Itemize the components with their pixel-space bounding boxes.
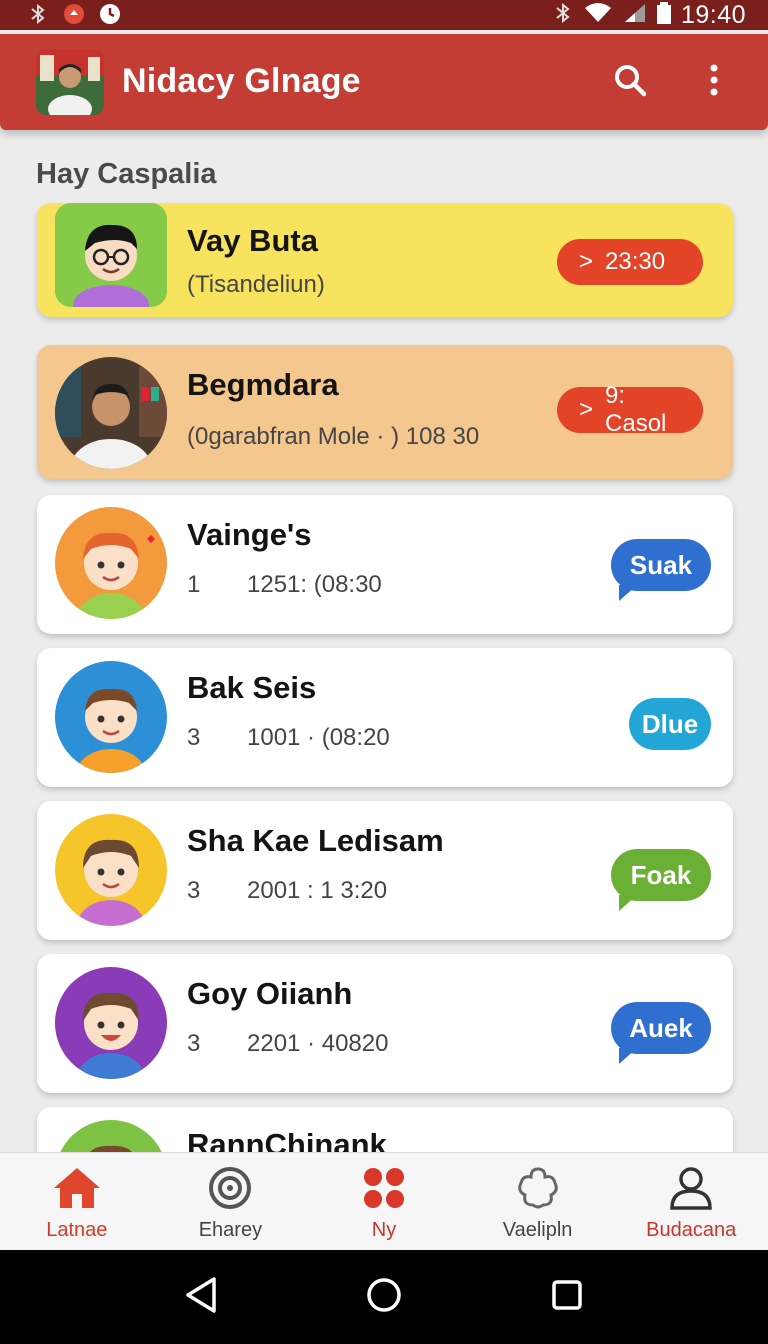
avatar [55, 814, 167, 926]
nav-label: Ny [371, 1219, 397, 1241]
nav-item-eharey[interactable]: Eharey [154, 1153, 308, 1250]
item-count: 1 [187, 571, 201, 598]
recents-button[interactable] [537, 1267, 597, 1327]
item-time: 1251: (08:30 [247, 571, 382, 598]
avatar [55, 357, 167, 469]
status-bubble[interactable]: Auek [611, 1002, 711, 1064]
avatar [55, 1120, 167, 1152]
item-count: 3 [187, 877, 201, 904]
nav-label: Eharey [198, 1219, 263, 1241]
nav-label: Latnae [46, 1219, 108, 1241]
chevron-right-icon: > [579, 248, 594, 275]
status-time: 19:40 [680, 0, 746, 29]
item-meta: 3 1001 · (08:20 [187, 724, 390, 752]
bluetooth-icon [26, 2, 50, 26]
avatar [55, 967, 167, 1079]
back-triangle-icon [184, 1276, 218, 1319]
search-button[interactable] [606, 58, 654, 106]
item-time: 2201 · 40820 [247, 1030, 389, 1057]
app-bar: Nidacy Glnage [0, 34, 768, 130]
item-title: Vainge's [187, 517, 312, 552]
badge-label: 9: Casol [605, 382, 667, 437]
status-bubble[interactable]: Dlue [629, 698, 711, 750]
back-button[interactable] [171, 1267, 231, 1327]
nav-item-latnae[interactable]: Latnae [0, 1153, 154, 1250]
bottom-navigation: Latnae Eharey Ny Vaelipln Budacana [0, 1152, 768, 1250]
item-title: Begmdara [187, 367, 339, 402]
recents-square-icon [551, 1279, 583, 1316]
item-count: 3 [187, 1030, 201, 1057]
app-title: Nidacy Glnage [122, 62, 361, 100]
nav-item-vaelipln[interactable]: Vaelipln [461, 1153, 615, 1250]
item-title: RannChinank [187, 1127, 387, 1152]
item-title: Goy Oiianh [187, 976, 353, 1011]
grid-dots-icon [358, 1165, 410, 1211]
target-icon [204, 1165, 256, 1211]
nav-item-budacana[interactable]: Budacana [614, 1153, 768, 1250]
notification-icon [62, 2, 86, 26]
time-badge[interactable]: > 9: Casol [557, 382, 703, 437]
profile-avatar[interactable] [36, 49, 104, 115]
home-icon [51, 1165, 103, 1211]
system-navigation-bar [0, 1250, 768, 1344]
avatar [55, 507, 167, 619]
item-meta: 3 2201 · 40820 [187, 1030, 388, 1058]
item-title: Vay Buta [187, 223, 318, 258]
more-vert-icon [709, 64, 719, 101]
list-item[interactable]: Vainge's 1 1251: (08:30 Suak [37, 495, 733, 634]
avatar [55, 203, 167, 307]
item-title: Bak Seis [187, 670, 317, 705]
time-badge[interactable]: > 23:30 [557, 239, 703, 285]
item-count: 3 [187, 724, 201, 751]
person-icon [665, 1165, 717, 1211]
item-time: 1001 · (08:20 [247, 724, 390, 751]
list-item[interactable]: Vay Buta (Tisandeliun) > 23:30 [37, 203, 733, 317]
search-icon [613, 63, 647, 102]
item-time: 2001 : 1 3:20 [247, 877, 388, 904]
status-bubble[interactable]: Suak [611, 539, 711, 601]
home-button[interactable] [354, 1267, 414, 1327]
flower-icon [512, 1165, 564, 1211]
chevron-right-icon: > [579, 396, 594, 423]
chat-list: Vay Buta (Tisandeliun) > 23:30 Begmdara … [0, 200, 768, 1152]
nav-item-ny[interactable]: Ny [307, 1153, 461, 1250]
badge-label: 23:30 [605, 248, 666, 275]
item-subtitle: (0garabfran Mole · ) 108 30 [187, 423, 480, 450]
section-header: Hay Caspalia [36, 158, 217, 190]
battery-icon [656, 1, 671, 29]
status-bar: 19:40 [0, 0, 768, 30]
list-item[interactable]: Bak Seis 3 1001 · (08:20 Dlue [37, 648, 733, 787]
avatar [55, 661, 167, 773]
wifi-icon [583, 2, 613, 29]
list-item[interactable]: RannChinank [37, 1107, 733, 1152]
nav-label: Vaelipln [502, 1219, 573, 1241]
item-meta: 1 1251: (08:30 [187, 571, 382, 599]
item-subtitle: (Tisandeliun) [187, 271, 325, 298]
item-title: Sha Kae Ledisam [187, 823, 444, 858]
bluetooth-icon [553, 2, 573, 29]
list-item[interactable]: Goy Oiianh 3 2201 · 40820 Auek [37, 954, 733, 1093]
home-circle-icon [366, 1277, 402, 1318]
item-meta: 3 2001 : 1 3:20 [187, 877, 387, 905]
overflow-menu-button[interactable] [690, 58, 738, 106]
list-item[interactable]: Begmdara (0garabfran Mole · ) 108 30 > 9… [37, 345, 733, 479]
nav-label: Budacana [646, 1219, 737, 1241]
status-bubble[interactable]: Foak [611, 849, 711, 911]
signal-icon [623, 2, 647, 29]
list-item[interactable]: Sha Kae Ledisam 3 2001 : 1 3:20 Foak [37, 801, 733, 940]
clock-icon [98, 2, 122, 26]
